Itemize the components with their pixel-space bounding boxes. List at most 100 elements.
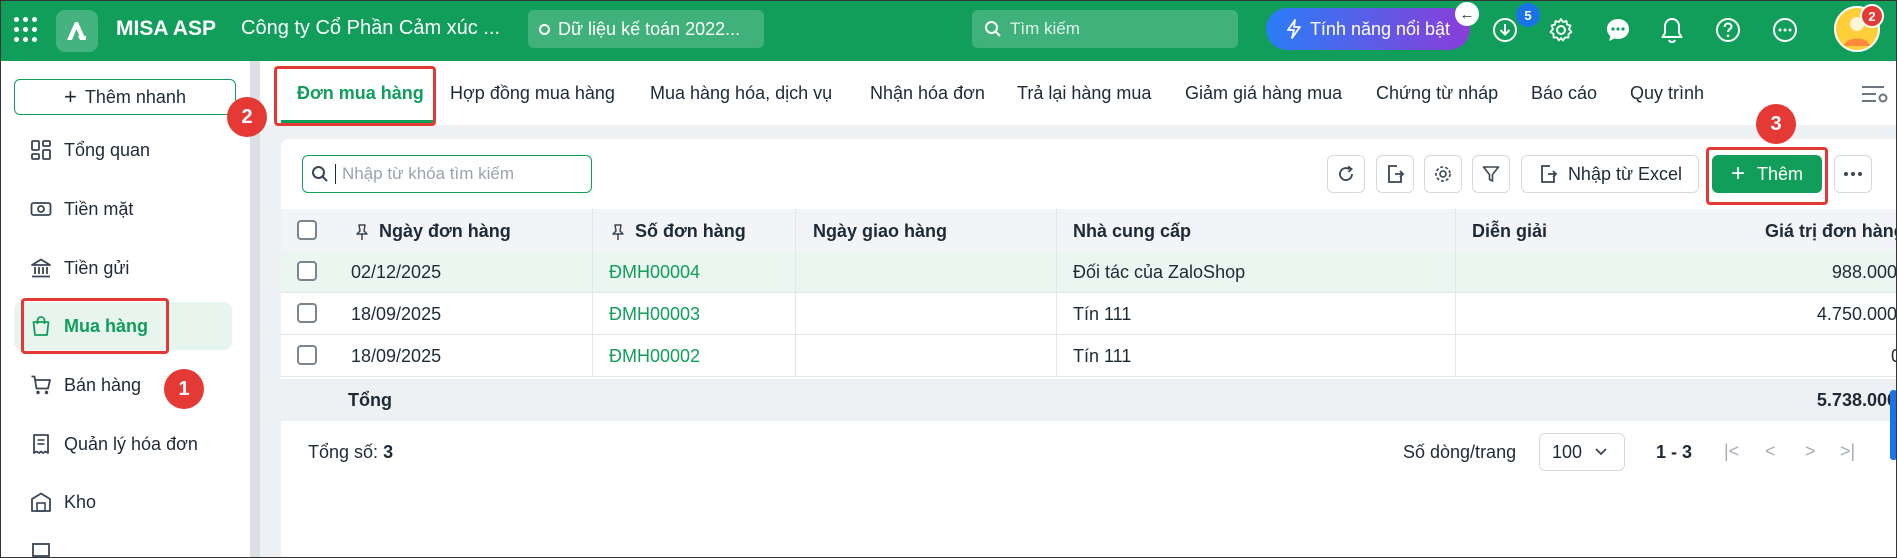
select-all-checkbox[interactable]	[297, 220, 317, 240]
tab-receive-invoice[interactable]: Nhận hóa đơn	[870, 83, 985, 104]
step-marker-2: 2	[227, 97, 267, 137]
sidebar-item-label: Tổng quan	[64, 139, 151, 160]
sidebar-item-invoices[interactable]: Quản lý hóa đơn	[14, 420, 232, 468]
sidebar-item-partial[interactable]	[14, 536, 232, 558]
sidebar-item-overview[interactable]: Tổng quan	[14, 126, 232, 174]
cell-supplier: Đối tác của ZaloShop	[1073, 262, 1246, 282]
sidebar-item-label: Bán hàng	[64, 374, 142, 395]
table-row[interactable]: 18/09/2025 ĐMH00003 Tín 111 4.750.000	[281, 293, 1897, 335]
row-checkbox[interactable]	[297, 303, 317, 323]
cell-order-date: 18/09/2025	[351, 304, 442, 324]
search-input[interactable]: Nhập từ khóa tìm kiếm	[302, 155, 592, 193]
next-page-icon[interactable]: >	[1805, 441, 1816, 462]
global-search-placeholder: Tìm kiếm	[1010, 19, 1080, 38]
rows-per-page-value: 100	[1552, 441, 1582, 462]
sidebar-item-label: Quản lý hóa đơn	[64, 433, 198, 454]
row-checkbox[interactable]	[297, 261, 317, 281]
highlight-add-button	[1706, 147, 1828, 205]
total-value: 5.738.000	[1816, 390, 1897, 410]
dataset-selector[interactable]: Dữ liệu kế toán 2022...	[528, 10, 764, 48]
row-checkbox[interactable]	[297, 345, 317, 365]
chevron-down-icon	[1595, 448, 1607, 456]
arrow-left-icon[interactable]: ←	[1455, 2, 1479, 26]
lightning-icon	[1287, 19, 1301, 39]
refresh-button[interactable]	[1327, 155, 1365, 193]
featured-button[interactable]: Tính năng nổi bật	[1266, 8, 1470, 50]
column-order-value[interactable]: Giá trị đơn hàng	[1765, 221, 1897, 242]
app-launcher-icon[interactable]	[14, 17, 40, 43]
sidebar-item-label: Tiền mặt	[64, 198, 134, 219]
bell-icon[interactable]	[1656, 14, 1688, 46]
rows-per-page-select[interactable]: 100	[1539, 433, 1625, 471]
step-marker-1: 1	[164, 369, 204, 409]
sidebar-item-warehouse[interactable]: Kho	[14, 478, 232, 526]
tab-drafts[interactable]: Chứng từ nháp	[1376, 83, 1498, 104]
cell-order-number[interactable]: ĐMH00004	[609, 262, 700, 283]
table-row[interactable]: 02/12/2025 ĐMH00004 Đối tác của ZaloShop…	[281, 251, 1897, 293]
chat-icon[interactable]	[1602, 14, 1634, 46]
first-page-icon[interactable]: |<	[1724, 441, 1739, 462]
total-label: Tổng	[348, 390, 392, 410]
invoice-icon	[33, 434, 49, 454]
cell-order-number[interactable]: ĐMH00002	[609, 346, 700, 367]
misa-logo[interactable]	[56, 10, 98, 52]
column-description[interactable]: Diễn giải	[1472, 221, 1547, 242]
settings-button[interactable]	[1424, 155, 1462, 193]
search-placeholder: Nhập từ khóa tìm kiếm	[342, 164, 515, 183]
highlight-purchase-orders-tab	[274, 66, 436, 126]
table-row[interactable]: 18/09/2025 ĐMH00002 Tín 111 0	[281, 335, 1897, 377]
column-order-number[interactable]: Số đơn hàng	[611, 221, 746, 242]
tab-settings-icon[interactable]	[1860, 82, 1890, 111]
cash-icon	[30, 202, 52, 216]
sidebar-item-cash[interactable]: Tiền mặt	[14, 185, 232, 233]
gear-icon[interactable]	[1545, 14, 1577, 46]
record-count: Tổng số: 3	[308, 442, 393, 463]
ellipsis-icon	[1844, 172, 1862, 176]
table-header: Ngày đơn hàng Số đơn hàng Ngày giao hàng…	[281, 209, 1897, 251]
record-count-label: Tổng số:	[308, 442, 379, 462]
quick-add-button[interactable]: + Thêm nhanh	[14, 79, 236, 115]
more-actions-button[interactable]	[1834, 155, 1872, 193]
circle-icon	[539, 23, 550, 35]
tab-process[interactable]: Quy trình	[1630, 83, 1704, 104]
import-icon	[1541, 165, 1558, 183]
import-excel-button[interactable]: Nhập từ Excel	[1521, 155, 1699, 193]
column-label: Ngày đơn hàng	[379, 221, 511, 241]
dataset-label: Dữ liệu kế toán 2022...	[558, 18, 741, 39]
column-delivery-date[interactable]: Ngày giao hàng	[813, 221, 947, 242]
import-excel-label: Nhập từ Excel	[1567, 163, 1683, 184]
gift-icon	[32, 543, 50, 557]
company-selector[interactable]: Công ty Cổ Phần Cảm xúc ...	[241, 17, 500, 40]
help-icon[interactable]	[1712, 14, 1744, 46]
highlight-purchase-menu	[21, 298, 169, 354]
tab-purchase-contracts[interactable]: Hợp đồng mua hàng	[450, 83, 615, 104]
tab-purchase-returns[interactable]: Trả lại hàng mua	[1017, 83, 1151, 104]
column-divider	[795, 209, 796, 377]
warehouse-icon	[31, 492, 51, 512]
tab-reports[interactable]: Báo cáo	[1531, 83, 1597, 104]
last-page-icon[interactable]: >|	[1840, 441, 1855, 462]
column-order-date[interactable]: Ngày đơn hàng	[355, 221, 511, 242]
global-search-input[interactable]: Tìm kiếm	[972, 10, 1238, 48]
prev-page-icon[interactable]: <	[1765, 441, 1776, 462]
dashboard-icon	[31, 140, 51, 160]
cell-order-value: 4.750.000	[1816, 304, 1897, 324]
sidebar-item-label: Tiền gửi	[64, 257, 130, 278]
export-button[interactable]	[1376, 155, 1414, 193]
column-divider	[592, 209, 593, 377]
tab-bar: Đơn mua hàng Hợp đồng mua hàng Mua hàng …	[260, 61, 1897, 125]
record-count-value: 3	[383, 442, 394, 462]
cell-order-number[interactable]: ĐMH00003	[609, 304, 700, 325]
rows-per-page-label: Số dòng/trang	[1403, 442, 1517, 462]
tab-purchase-discounts[interactable]: Giảm giá hàng mua	[1185, 83, 1342, 104]
cart-icon	[31, 375, 51, 395]
column-supplier[interactable]: Nhà cung cấp	[1073, 221, 1191, 242]
filter-button[interactable]	[1472, 155, 1510, 193]
more-icon[interactable]	[1769, 14, 1801, 46]
total-row: Tổng 5.738.000	[281, 379, 1897, 421]
sidebar-item-bank[interactable]: Tiền gửi	[14, 244, 232, 292]
gear-icon	[1435, 166, 1451, 182]
tab-goods-services[interactable]: Mua hàng hóa, dịch vụ	[650, 83, 832, 104]
cell-order-date: 18/09/2025	[351, 346, 442, 366]
side-panel-handle[interactable]	[1890, 390, 1897, 460]
